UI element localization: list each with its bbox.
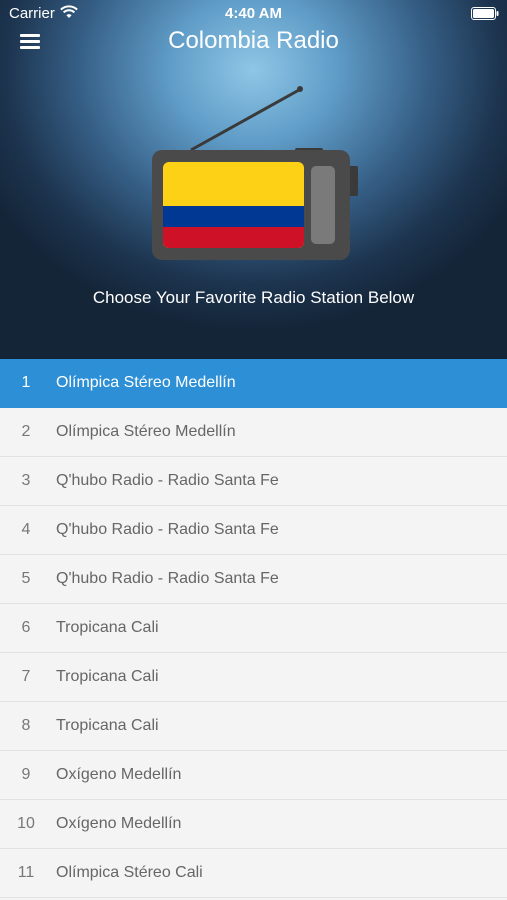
station-number: 2 — [21, 423, 31, 440]
station-name: Tropicana Cali — [56, 717, 159, 734]
station-number: 8 — [21, 717, 31, 734]
station-row[interactable]: 3 Q'hubo Radio - Radio Santa Fe — [0, 457, 507, 506]
station-row[interactable]: 9 Oxígeno Medellín — [0, 751, 507, 800]
station-row[interactable]: 7 Tropicana Cali — [0, 653, 507, 702]
station-row[interactable]: 5 Q'hubo Radio - Radio Santa Fe — [0, 555, 507, 604]
header-hero: Carrier 4:40 AM Colombia Radio Choose Yo… — [0, 0, 507, 359]
station-name: Oxígeno Medellín — [56, 815, 182, 832]
station-name: Q'hubo Radio - Radio Santa Fe — [56, 570, 279, 587]
radio-icon — [152, 86, 358, 260]
station-row[interactable]: 2 Olímpica Stéreo Medellín — [0, 408, 507, 457]
station-row[interactable]: 11 Olímpica Stéreo Cali — [0, 849, 507, 898]
station-list: 1 Olímpica Stéreo Medellín 2 Olímpica St… — [0, 359, 507, 898]
station-number: 6 — [21, 619, 31, 636]
station-number: 3 — [21, 472, 31, 489]
station-number: 7 — [21, 668, 31, 685]
station-name: Olímpica Stéreo Medellín — [56, 374, 236, 391]
station-name: Tropicana Cali — [56, 619, 159, 636]
station-number: 4 — [21, 521, 31, 538]
status-time: 4:40 AM — [225, 5, 282, 22]
tagline: Choose Your Favorite Radio Station Below — [92, 288, 415, 307]
station-number: 1 — [21, 374, 31, 391]
station-row[interactable]: 8 Tropicana Cali — [0, 702, 507, 751]
station-name: Olímpica Stéreo Medellín — [56, 423, 236, 440]
station-row[interactable]: 10 Oxígeno Medellín — [0, 800, 507, 849]
station-name: Q'hubo Radio - Radio Santa Fe — [56, 472, 279, 489]
station-row[interactable]: 1 Olímpica Stéreo Medellín — [0, 359, 507, 408]
station-name: Oxígeno Medellín — [56, 766, 182, 783]
station-name: Olímpica Stéreo Cali — [56, 864, 203, 881]
page-title: Colombia Radio — [168, 27, 339, 54]
station-row[interactable]: 4 Q'hubo Radio - Radio Santa Fe — [0, 506, 507, 555]
station-number: 11 — [17, 864, 35, 881]
station-row[interactable]: 6 Tropicana Cali — [0, 604, 507, 653]
station-name: Q'hubo Radio - Radio Santa Fe — [56, 521, 279, 538]
station-number: 10 — [17, 815, 35, 832]
station-name: Tropicana Cali — [56, 668, 159, 685]
status-bar: Carrier 4:40 AM — [0, 0, 507, 28]
station-number: 9 — [21, 766, 31, 783]
battery-icon — [471, 7, 499, 20]
station-number: 5 — [21, 570, 31, 587]
